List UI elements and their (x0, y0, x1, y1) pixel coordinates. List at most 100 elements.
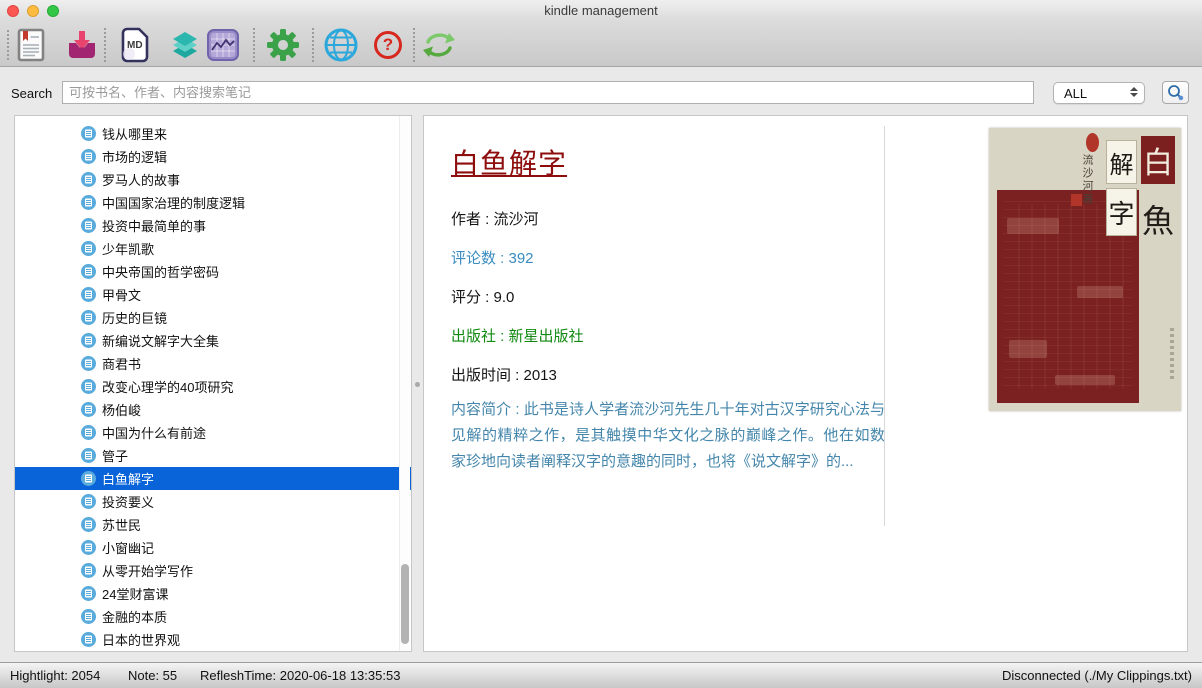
book-list-item[interactable]: 投资中最简单的事 (15, 214, 411, 237)
book-list-item[interactable]: 日本的世界观 (15, 628, 411, 651)
note-count: Note: 55 (128, 668, 177, 683)
book-item-label: 杨伯峻 (102, 400, 141, 419)
book-list-item[interactable]: 改变心理学的40项研究 (15, 375, 411, 398)
notebook-icon (81, 379, 96, 394)
book-item-label: 投资要义 (102, 492, 154, 511)
settings-button[interactable] (261, 25, 305, 65)
filter-value: ALL (1064, 86, 1087, 101)
book-list-item[interactable]: 商君书 (15, 352, 411, 375)
highlight-count: Hightlight: 2054 (10, 668, 100, 683)
book-item-label: 24堂财富课 (102, 584, 168, 603)
comments-field: 评论数 : 392 (451, 247, 534, 268)
sidebar-scrollbar[interactable] (399, 116, 410, 651)
book-list-item[interactable]: 苏世民 (15, 513, 411, 536)
notebook-icon (81, 264, 96, 279)
notebook-icon (81, 448, 96, 463)
book-item-label: 少年凯歌 (102, 239, 154, 258)
notebook-icon (81, 310, 96, 325)
book-list-item[interactable]: 钱从哪里来 (15, 122, 411, 145)
notebook-icon (81, 425, 96, 440)
intro-text: 内容简介 : 此书是诗人学者流沙河先生几十年对古汉字研究心法与见解的精粹之作，是… (451, 397, 885, 475)
titlebar-toolbar: kindle management (0, 0, 1202, 67)
book-cover-image: 白 魚 解 字 流沙河著 (989, 128, 1181, 411)
book-item-label: 中央帝国的哲学密码 (102, 262, 219, 281)
book-list-item[interactable]: 中国国家治理的制度逻辑 (15, 191, 411, 214)
book-list-item[interactable]: 投资要义 (15, 490, 411, 513)
book-item-label: 罗马人的故事 (102, 170, 180, 189)
book-list-item[interactable]: 罗马人的故事 (15, 168, 411, 191)
help-button[interactable]: ? (366, 25, 410, 65)
import-download-icon (66, 30, 98, 60)
rating-field: 评分 : 9.0 (451, 286, 514, 307)
notebook-icon (81, 402, 96, 417)
notebook-icon (81, 195, 96, 210)
markdown-file-icon: MD (120, 27, 150, 63)
detail-panel: 白鱼解字 作者 : 流沙河 评论数 : 392 评分 : 9.0 出版社 : 新… (423, 115, 1188, 652)
chevron-updown-icon (1130, 87, 1138, 97)
book-item-label: 白鱼解字 (102, 469, 154, 488)
book-list-item[interactable]: 历史的巨镜 (15, 306, 411, 329)
book-item-label: 中国为什么有前途 (102, 423, 206, 442)
cover-char-jie: 解 (1106, 140, 1137, 184)
app-window: kindle management (0, 0, 1202, 688)
splitter-handle[interactable] (415, 382, 420, 387)
status-bar: Hightlight: 2054 Note: 55 RefleshTime: 2… (0, 662, 1202, 688)
book-item-label: 从零开始学写作 (102, 561, 193, 580)
notebook-icon (81, 126, 96, 141)
book-list-item[interactable]: 新编说文解字大全集 (15, 329, 411, 352)
book-list-item[interactable]: 小窗幽记 (15, 536, 411, 559)
cover-publisher-strip (1170, 327, 1174, 379)
website-button[interactable] (319, 25, 363, 65)
book-item-label: 投资中最简单的事 (102, 216, 206, 235)
notebook-icon (81, 287, 96, 302)
publisher-field: 出版社 : 新星出版社 (451, 325, 584, 346)
import-clippings-button[interactable] (60, 25, 104, 65)
note-document-icon (17, 28, 45, 62)
book-item-label: 中国国家治理的制度逻辑 (102, 193, 245, 212)
cover-char-bai: 白 (1141, 136, 1175, 184)
search-button[interactable] (1162, 81, 1189, 104)
help-question-icon: ? (374, 31, 402, 59)
book-list-item[interactable]: 少年凯歌 (15, 237, 411, 260)
book-item-label: 改变心理学的40项研究 (102, 377, 233, 396)
book-item-label: 甲骨文 (102, 285, 141, 304)
notebook-icon (81, 586, 96, 601)
statistics-button[interactable] (201, 25, 245, 65)
book-list-item[interactable]: 中国为什么有前途 (15, 421, 411, 444)
toolbar-separator (413, 28, 415, 62)
notebook-icon (81, 632, 96, 647)
book-list-item[interactable]: 管子 (15, 444, 411, 467)
refresh-button[interactable] (417, 25, 461, 65)
notebook-icon (81, 333, 96, 348)
book-item-label: 金融的本质 (102, 607, 167, 626)
note-document-button[interactable] (9, 25, 53, 65)
notebook-icon (81, 218, 96, 233)
notebook-icon (81, 494, 96, 509)
book-list-item[interactable]: 杨伯峻 (15, 398, 411, 421)
book-list-item[interactable]: 24堂财富课 (15, 582, 411, 605)
toolbar-separator (253, 28, 255, 62)
filter-dropdown[interactable]: ALL (1053, 82, 1145, 104)
book-list-item[interactable]: 金融的本质 (15, 605, 411, 628)
book-list-item[interactable]: 甲骨文 (15, 283, 411, 306)
window-title: kindle management (0, 3, 1202, 18)
notebook-icon (81, 172, 96, 187)
search-input[interactable] (62, 81, 1034, 104)
layers-icon (170, 30, 200, 60)
book-list-item[interactable]: 从零开始学写作 (15, 559, 411, 582)
scrollbar-thumb[interactable] (401, 564, 409, 644)
search-icon (1167, 84, 1185, 102)
book-item-label: 新编说文解字大全集 (102, 331, 219, 350)
notebook-icon (81, 356, 96, 371)
book-list-item[interactable]: 市场的逻辑 (15, 145, 411, 168)
book-list-item[interactable]: 白鱼解字 (15, 467, 411, 490)
notebook-icon (81, 517, 96, 532)
book-list: 钱从哪里来市场的逻辑罗马人的故事中国国家治理的制度逻辑投资中最简单的事少年凯歌中… (15, 122, 411, 651)
book-title-link[interactable]: 白鱼解字 (451, 142, 567, 182)
statistics-chart-icon (206, 28, 240, 62)
book-list-item[interactable]: 中央帝国的哲学密码 (15, 260, 411, 283)
markdown-export-button[interactable]: MD (113, 25, 157, 65)
notebook-icon (81, 540, 96, 555)
cover-char-yu: 魚 (1141, 188, 1175, 250)
globe-icon (323, 27, 359, 63)
